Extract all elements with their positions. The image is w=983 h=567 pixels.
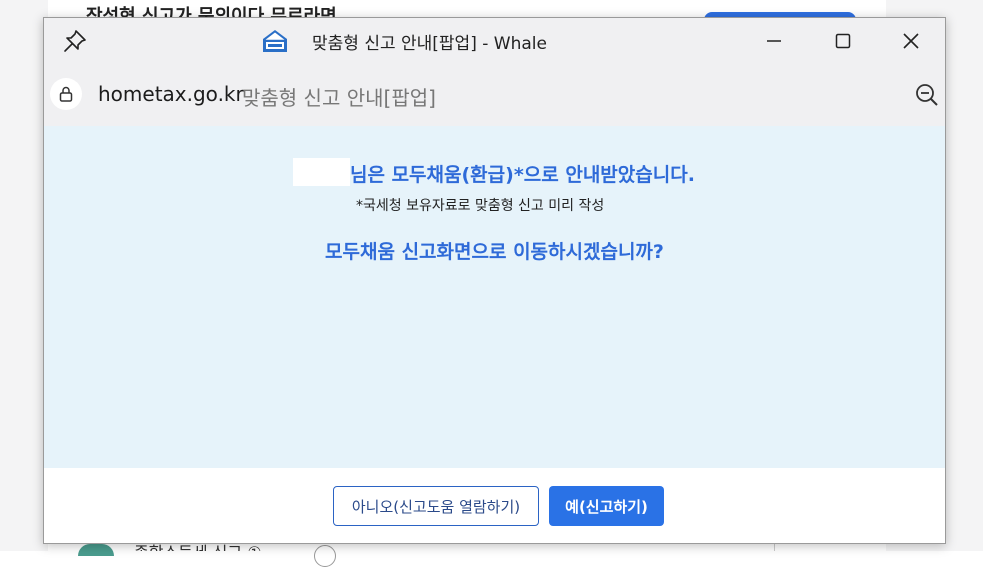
close-icon xyxy=(903,33,919,49)
zoom-out-icon[interactable] xyxy=(914,82,940,108)
site-info-button[interactable] xyxy=(50,78,82,110)
minimize-icon xyxy=(767,40,781,42)
popup-content: 님은 모두채움(환급)*으로 안내받았습니다. *국세청 보유자료로 맞춤형 신… xyxy=(44,126,945,468)
close-button[interactable] xyxy=(893,26,929,56)
hometax-home-icon xyxy=(262,29,288,53)
yes-button[interactable]: 예(신고하기) xyxy=(549,486,664,526)
popup-footer: 아니오(신고도움 열람하기) 예(신고하기) xyxy=(44,468,945,543)
window-title: 맞춤형 신고 안내[팝업] - Whale xyxy=(312,33,547,54)
maximize-icon xyxy=(835,33,851,49)
guide-message: 님은 모두채움(환급)*으로 안내받았습니다. xyxy=(350,164,695,186)
footnote-text: *국세청 보유자료로 맞춤형 신고 미리 작성 xyxy=(356,198,605,214)
redacted-name xyxy=(293,158,350,186)
pin-icon[interactable] xyxy=(62,28,88,54)
confirm-question: 모두채움 신고화면으로 이동하시겠습니까? xyxy=(325,241,664,263)
background-avatar xyxy=(78,544,114,556)
address-bar[interactable]: hometax.go.kr 맞춤형 신고 안내[팝업] xyxy=(44,64,945,127)
url-page-title: 맞춤형 신고 안내[팝업] xyxy=(242,86,436,110)
popup-window: 맞춤형 신고 안내[팝업] - Whale hometax.go.kr 맞춤형 … xyxy=(43,17,946,544)
minimize-button[interactable] xyxy=(756,26,792,56)
maximize-button[interactable] xyxy=(825,26,861,56)
background-circle-icon[interactable] xyxy=(314,545,336,567)
background-divider xyxy=(774,544,775,551)
window-title-group: 맞춤형 신고 안내[팝업] - Whale xyxy=(262,28,547,54)
background-heading: 작성형 신고가 문의이다 무료라면 xyxy=(86,6,337,18)
no-button[interactable]: 아니오(신고도움 열람하기) xyxy=(333,486,539,526)
title-bar[interactable]: 맞춤형 신고 안내[팝업] - Whale xyxy=(44,18,945,64)
url-domain: hometax.go.kr xyxy=(98,82,244,106)
lock-icon xyxy=(59,86,73,102)
